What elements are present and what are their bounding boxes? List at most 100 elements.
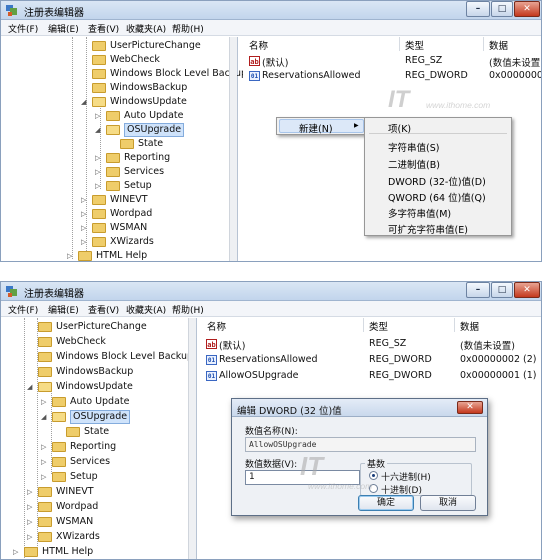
collapsed-arrow-icon[interactable]: ▷ <box>67 249 76 262</box>
folder-icon <box>92 55 106 65</box>
folder-icon <box>78 251 92 261</box>
value-type: REG_SZ <box>369 338 407 349</box>
tree-scrollbar[interactable] <box>188 318 196 560</box>
value-data: (数值未设置) <box>460 341 515 352</box>
submenu-item-qword[interactable]: QWORD (64 位)值(Q) <box>388 190 486 204</box>
collapsed-arrow-icon[interactable]: ▷ <box>95 165 104 179</box>
collapsed-arrow-icon[interactable]: ▷ <box>81 221 90 235</box>
expanded-arrow-icon[interactable]: ◢ <box>41 410 50 424</box>
cancel-button[interactable]: 取消 <box>420 495 476 511</box>
folder-icon <box>52 397 66 407</box>
column-divider[interactable] <box>454 318 455 332</box>
submenu-item-binary[interactable]: 二进制值(B) <box>388 157 440 171</box>
submenu-item-expandstring[interactable]: 可扩充字符串值(E) <box>388 222 468 236</box>
collapsed-arrow-icon[interactable]: ▷ <box>95 179 104 193</box>
column-header-data[interactable]: 数据 <box>460 319 479 333</box>
column-header-type[interactable]: 类型 <box>405 38 424 52</box>
collapsed-arrow-icon[interactable]: ▷ <box>27 515 36 529</box>
submenu-item-key[interactable]: 项(K) <box>388 121 411 135</box>
value-data-label: 数值数据(V): <box>245 460 298 470</box>
submenu-item-string[interactable]: 字符串值(S) <box>388 140 439 154</box>
expanded-arrow-icon[interactable]: ◢ <box>81 95 90 109</box>
tree-guide-line <box>72 37 73 259</box>
collapsed-arrow-icon[interactable]: ▷ <box>27 530 36 544</box>
value-name[interactable]: (默认) <box>262 55 288 69</box>
collapsed-arrow-icon[interactable]: ▷ <box>81 207 90 221</box>
column-header-data[interactable]: 数据 <box>489 38 508 52</box>
collapsed-arrow-icon[interactable]: ▷ <box>41 440 50 454</box>
value-name[interactable]: ReservationsAllowed <box>219 354 318 365</box>
close-button[interactable]: ✕ <box>514 1 540 17</box>
hex-radio[interactable] <box>369 471 378 480</box>
folder-icon <box>92 195 106 205</box>
title-bar[interactable]: 注册表编辑器 – □ ✕ <box>0 0 542 20</box>
folder-icon <box>106 111 120 121</box>
regedit-window-top: 注册表编辑器 – □ ✕ 文件(F) 编辑(E) 查看(V) 收藏夹(A) 帮助… <box>0 0 542 262</box>
value-name[interactable]: (默认) <box>219 338 245 352</box>
minimize-button[interactable]: – <box>466 1 490 17</box>
menu-help[interactable]: 帮助(H) <box>172 22 204 35</box>
value-name[interactable]: ReservationsAllowed <box>262 70 361 81</box>
value-data: 0x00000002 (2) <box>460 354 537 365</box>
title-bar[interactable]: 注册表编辑器 – □ ✕ <box>0 281 542 301</box>
context-new-item[interactable]: 新建(N) <box>299 121 333 135</box>
collapsed-arrow-icon[interactable]: ▷ <box>41 395 50 409</box>
collapsed-arrow-icon[interactable]: ▷ <box>41 470 50 484</box>
folder-icon <box>92 237 106 247</box>
collapsed-arrow-icon[interactable]: ▷ <box>27 500 36 514</box>
value-type: REG_DWORD <box>369 370 432 381</box>
registry-tree[interactable]: UserPictureChange WebCheck Windows Block… <box>0 318 197 560</box>
column-header-name[interactable]: 名称 <box>249 38 268 52</box>
hex-radio-label[interactable]: 十六进制(H) <box>381 470 431 483</box>
dialog-close-button[interactable]: ✕ <box>457 401 483 414</box>
menu-file[interactable]: 文件(F) <box>8 22 38 35</box>
column-header-type[interactable]: 类型 <box>369 319 388 333</box>
folder-open-icon <box>92 97 106 107</box>
value-data: 0x00000001 (1) <box>460 370 537 381</box>
expanded-arrow-icon[interactable]: ◢ <box>95 123 104 137</box>
collapsed-arrow-icon[interactable]: ▷ <box>27 485 36 499</box>
collapsed-arrow-icon[interactable]: ▷ <box>95 109 104 123</box>
folder-icon <box>92 83 106 93</box>
ok-button[interactable]: 确定 <box>358 495 414 511</box>
menu-bar: 文件(F) 编辑(E) 查看(V) 收藏夹(A) 帮助(H) <box>0 20 542 36</box>
close-button[interactable]: ✕ <box>514 282 540 298</box>
column-divider[interactable] <box>363 318 364 332</box>
menu-view[interactable]: 查看(V) <box>88 303 119 316</box>
decimal-radio[interactable] <box>369 484 378 493</box>
registry-tree[interactable]: UserPictureChange WebCheck Windows Block… <box>0 37 247 262</box>
dialog-title-bar[interactable]: 编辑 DWORD (32 位)值 ✕ <box>232 399 487 417</box>
collapsed-arrow-icon[interactable]: ▷ <box>81 235 90 249</box>
column-divider[interactable] <box>483 37 484 51</box>
submenu-item-multistring[interactable]: 多字符串值(M) <box>388 206 451 220</box>
expanded-arrow-icon[interactable]: ◢ <box>27 380 36 394</box>
menu-help[interactable]: 帮助(H) <box>172 303 204 316</box>
menu-favorites[interactable]: 收藏夹(A) <box>126 303 166 316</box>
folder-icon <box>52 442 66 452</box>
submenu-item-dword[interactable]: DWORD (32-位)值(D) <box>388 174 486 188</box>
column-header-name[interactable]: 名称 <box>207 319 226 333</box>
value-name[interactable]: AllowOSUpgrade <box>219 370 298 381</box>
value-type: REG_DWORD <box>405 70 468 81</box>
value-data-input[interactable]: 1 <box>245 470 360 485</box>
maximize-button[interactable]: □ <box>491 1 513 17</box>
tree-scrollbar[interactable] <box>229 37 237 262</box>
collapsed-arrow-icon[interactable]: ▷ <box>41 455 50 469</box>
folder-icon <box>38 517 52 527</box>
menu-edit[interactable]: 编辑(E) <box>48 22 79 35</box>
minimize-button[interactable]: – <box>466 282 490 298</box>
value-type: REG_SZ <box>405 55 443 66</box>
collapsed-arrow-icon[interactable]: ▷ <box>95 151 104 165</box>
folder-icon <box>38 487 52 497</box>
menu-view[interactable]: 查看(V) <box>88 22 119 35</box>
collapsed-arrow-icon[interactable]: ▷ <box>13 545 22 559</box>
folder-icon <box>38 322 52 332</box>
column-divider[interactable] <box>399 37 400 51</box>
menu-edit[interactable]: 编辑(E) <box>48 303 79 316</box>
collapsed-arrow-icon[interactable]: ▷ <box>81 193 90 207</box>
menu-file[interactable]: 文件(F) <box>8 303 38 316</box>
menu-favorites[interactable]: 收藏夹(A) <box>126 22 166 35</box>
maximize-button[interactable]: □ <box>491 282 513 298</box>
folder-icon <box>52 472 66 482</box>
folder-icon <box>92 223 106 233</box>
